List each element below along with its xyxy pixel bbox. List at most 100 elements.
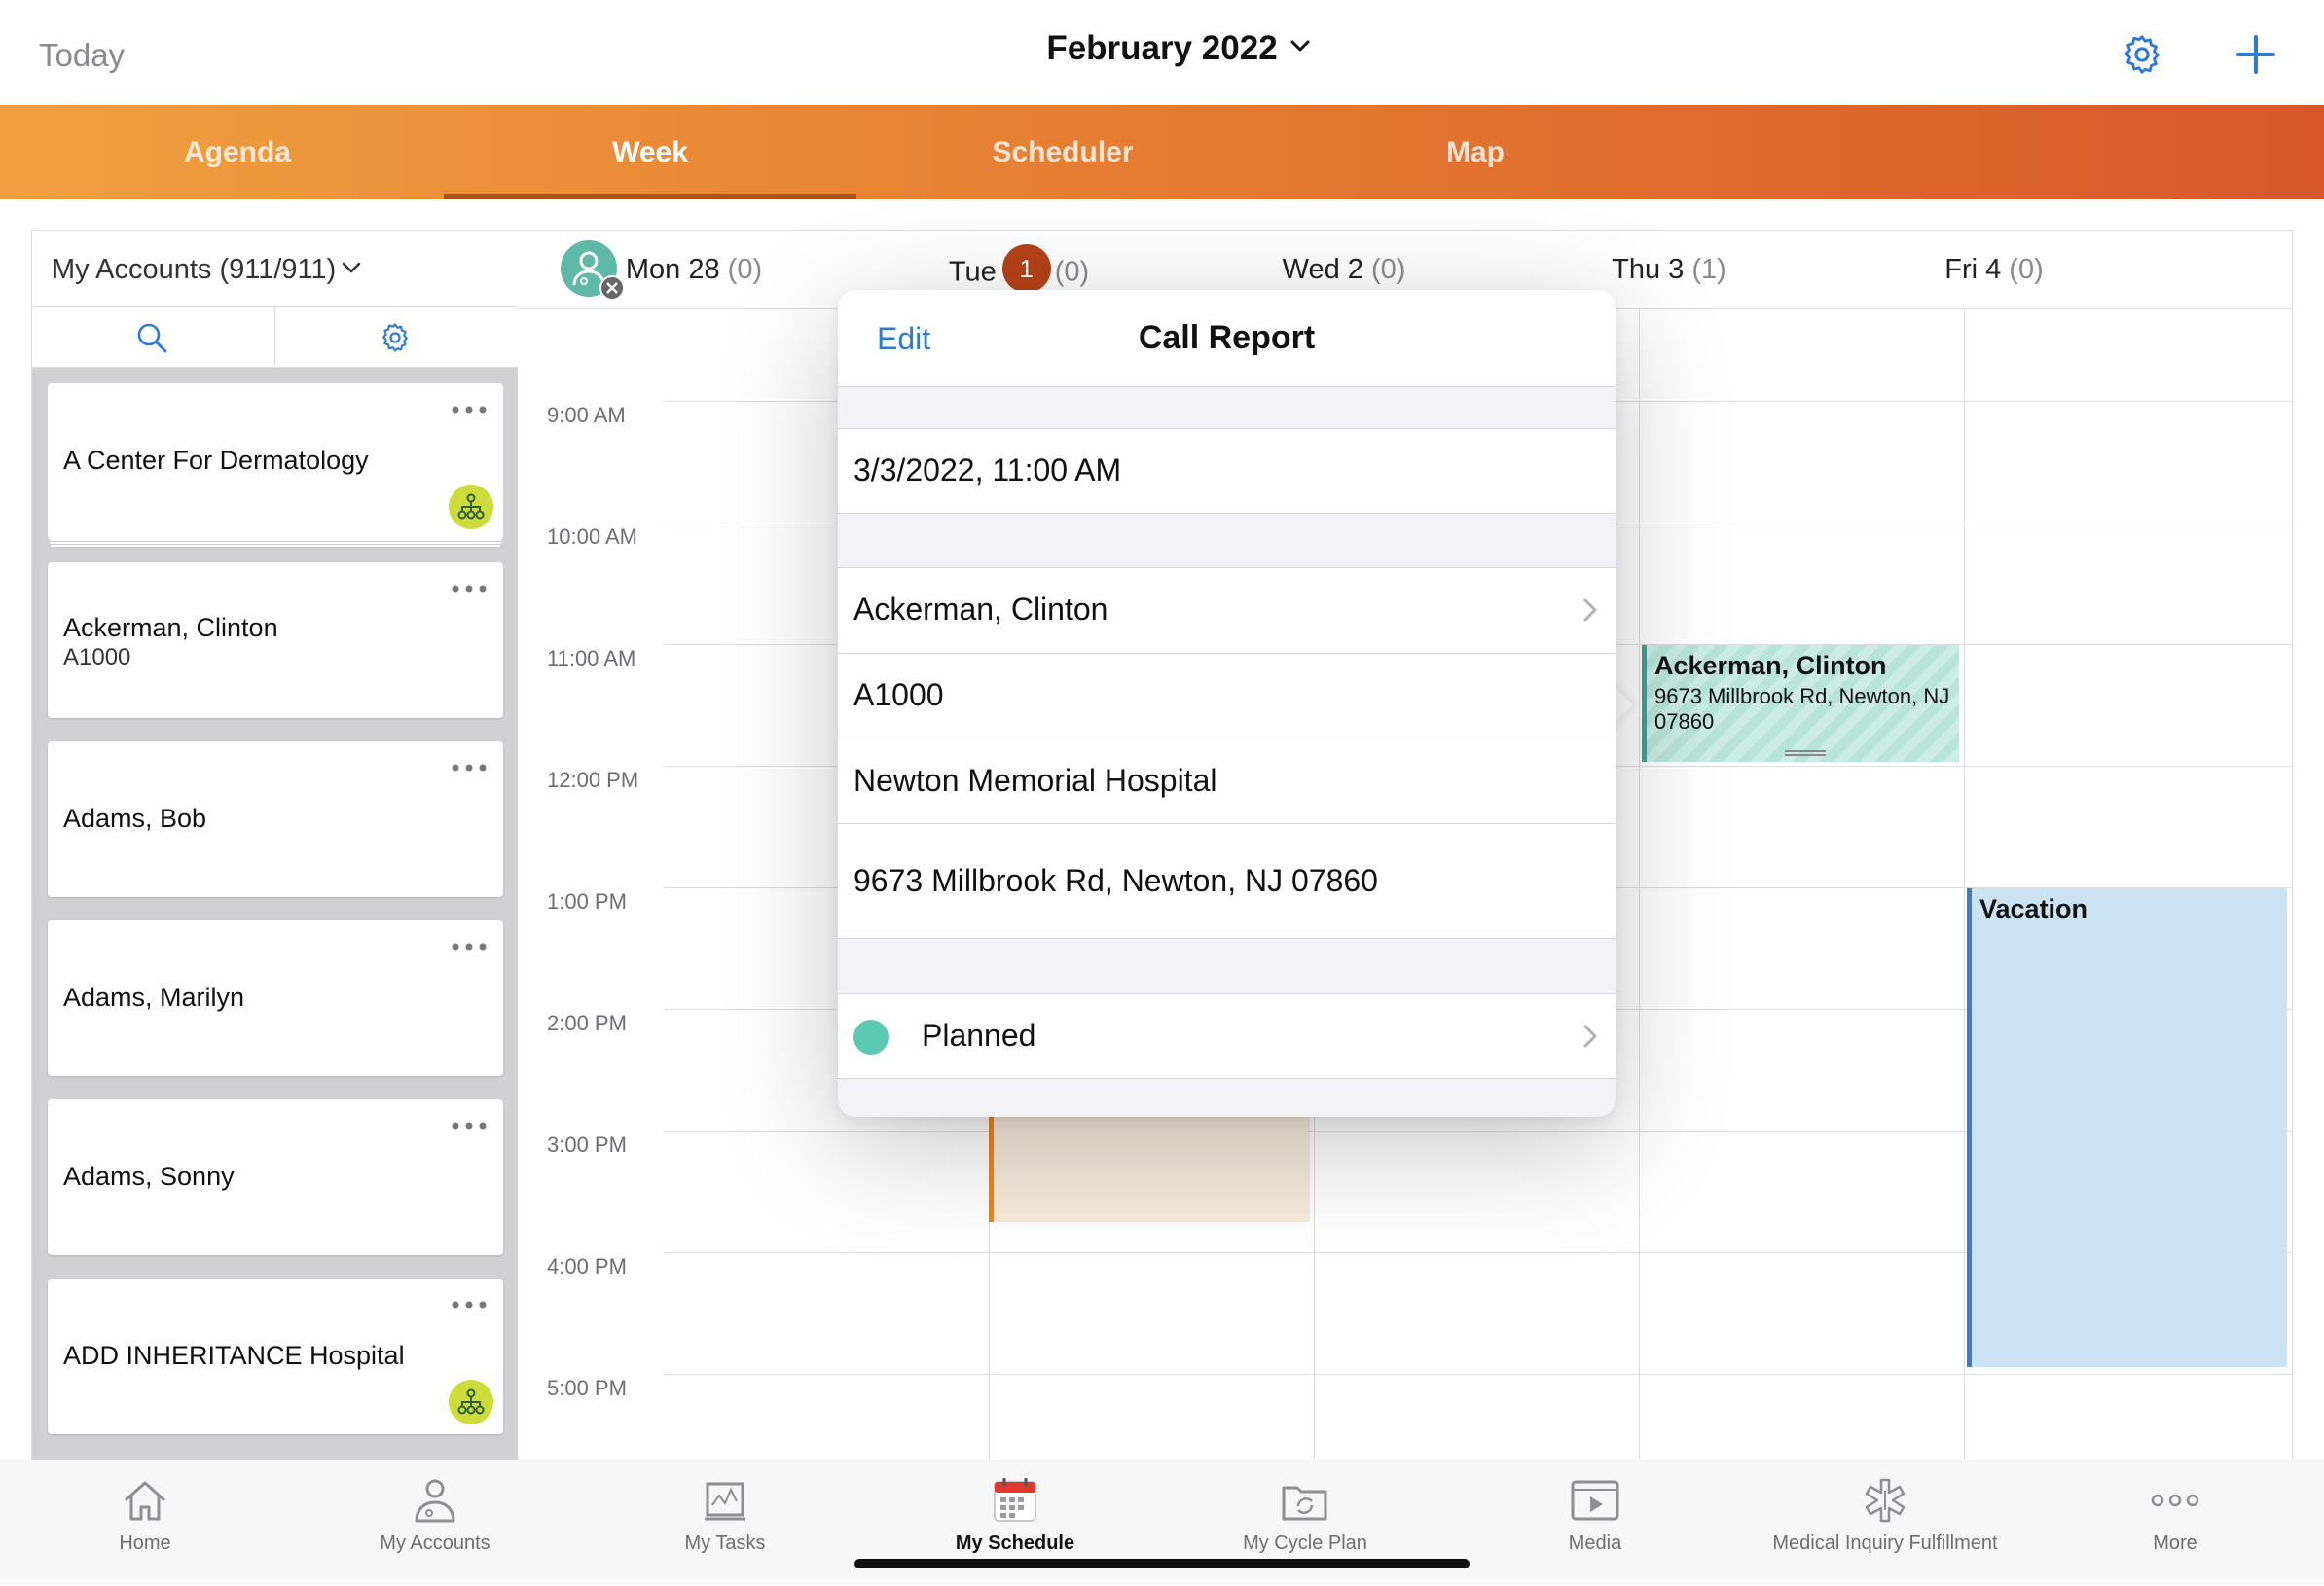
- account-name: ADD INHERITANCE Hospital: [63, 1341, 405, 1370]
- status-row[interactable]: Planned: [838, 993, 1616, 1079]
- today-badge: 1: [1001, 244, 1051, 293]
- day-header-tue[interactable]: Tue 1 (0): [856, 244, 1181, 293]
- event-title: Vacation: [1979, 894, 2088, 923]
- tab-week[interactable]: Week: [444, 105, 856, 199]
- time-label: 9:00 AM: [547, 403, 626, 427]
- account-name: Ackerman, Clinton: [63, 613, 278, 642]
- account-card[interactable]: ADD INHERITANCE Hospital: [48, 1279, 503, 1434]
- tab-scheduler[interactable]: Scheduler: [856, 105, 1269, 199]
- nav-label: More: [2153, 1532, 2197, 1554]
- row-divider: [838, 653, 1616, 654]
- nav-label: Home: [119, 1532, 171, 1554]
- more-icon: [2151, 1494, 2199, 1507]
- hierarchy-icon: [457, 493, 485, 520]
- resize-handle[interactable]: [1785, 750, 1826, 756]
- day-header-mon[interactable]: Mon 28 (0): [531, 254, 856, 286]
- nav-more[interactable]: More: [2030, 1460, 2320, 1586]
- account-row[interactable]: Ackerman, Clinton: [838, 568, 1616, 653]
- month-title[interactable]: February 2022: [0, 29, 2324, 68]
- day-label: Thu 3: [1612, 254, 1685, 285]
- nav-media[interactable]: Media: [1450, 1460, 1740, 1586]
- event-address: 9673 Millbrook Rd, Newton, NJ 07860: [1654, 684, 1950, 734]
- account-card-list[interactable]: A Center For Dermatology Ackerman, Clint…: [32, 368, 519, 1460]
- day-count: (0): [727, 254, 763, 285]
- time-label: 12:00 PM: [547, 768, 639, 792]
- time-label: 3:00 PM: [547, 1133, 627, 1157]
- call-datetime: 3/3/2022, 11:00 AM: [853, 452, 1122, 487]
- day-count: (1): [1691, 254, 1726, 285]
- media-icon: [1571, 1480, 1619, 1521]
- status-label: Planned: [922, 1018, 1036, 1053]
- day-label: Wed 2: [1282, 254, 1363, 285]
- account-card[interactable]: Adams, Sonny: [48, 1099, 503, 1255]
- more-options-icon[interactable]: [451, 584, 488, 594]
- gear-icon[interactable]: [379, 321, 412, 354]
- home-icon: [125, 1481, 165, 1521]
- more-options-icon[interactable]: [451, 1121, 488, 1131]
- account-name: Adams, Bob: [63, 804, 207, 833]
- account-name: Adams, Marilyn: [63, 983, 245, 1012]
- nav-my-accounts[interactable]: My Accounts: [290, 1460, 580, 1586]
- account-card[interactable]: Ackerman, Clinton A1000: [48, 562, 503, 718]
- account-card[interactable]: A Center For Dermatology: [48, 383, 503, 539]
- search-icon[interactable]: [135, 321, 168, 354]
- nav-label: Media: [1568, 1532, 1622, 1554]
- time-label: 1:00 PM: [547, 889, 627, 914]
- day-label: Fri 4: [1944, 254, 2002, 285]
- calendar-event-tue[interactable]: [989, 1109, 1310, 1222]
- toolbar-divider: [274, 307, 275, 368]
- event-title: Ackerman, Clinton: [1654, 651, 1887, 680]
- home-indicator: [854, 1559, 1470, 1568]
- popover-header: Edit Call Report: [838, 290, 1616, 387]
- hierarchy-badge: [449, 485, 493, 529]
- datetime-row: 3/3/2022, 11:00 AM: [838, 428, 1616, 514]
- accounts-icon: [415, 1479, 455, 1523]
- gear-icon[interactable]: [2120, 32, 2164, 77]
- chevron-right-icon: [1583, 1025, 1597, 1048]
- account-name: Ackerman, Clinton: [853, 592, 1108, 627]
- time-label: 10:00 AM: [547, 524, 637, 549]
- location: Newton Memorial Hospital: [853, 763, 1217, 798]
- chevron-down-icon[interactable]: [1289, 39, 1311, 53]
- account-card[interactable]: Adams, Bob: [48, 741, 503, 897]
- day-header-fri[interactable]: Fri 4 (0): [1832, 254, 2157, 286]
- account-name: A Center For Dermatology: [63, 446, 369, 475]
- hierarchy-badge: [449, 1380, 493, 1424]
- calendar-event-call[interactable]: Ackerman, Clinton 9673 Millbrook Rd, New…: [1642, 645, 1959, 762]
- day-header-wed[interactable]: Wed 2 (0): [1181, 254, 1507, 286]
- tab-agenda[interactable]: Agenda: [31, 105, 444, 199]
- calendar-icon: [994, 1478, 1036, 1522]
- more-options-icon[interactable]: [451, 405, 488, 415]
- day-header-thu[interactable]: Thu 3 (1): [1507, 254, 1832, 286]
- time-label: 5:00 PM: [547, 1376, 627, 1400]
- tasks-icon: [705, 1482, 745, 1521]
- tab-map[interactable]: Map: [1269, 105, 1682, 199]
- nav-label: My Schedule: [955, 1532, 1075, 1554]
- more-options-icon[interactable]: [451, 763, 488, 773]
- account-card[interactable]: Adams, Marilyn: [48, 920, 503, 1076]
- calendar-event-vacation[interactable]: Vacation: [1967, 888, 2287, 1367]
- time-label: 4:00 PM: [547, 1254, 627, 1279]
- cycle-plan-icon: [1282, 1486, 1327, 1521]
- nav-label: My Cycle Plan: [1243, 1532, 1367, 1554]
- call-report-popover: Edit Call Report 3/3/2022, 11:00 AM Acke…: [838, 290, 1616, 1117]
- nav-home[interactable]: Home: [0, 1460, 290, 1586]
- account-filter-label: My Accounts (911/911): [52, 254, 337, 285]
- address-row: 9673 Millbrook Rd, Newton, NJ 07860: [838, 824, 1616, 939]
- nav-medical-inquiry[interactable]: Medical Inquiry Fulfillment: [1740, 1460, 2030, 1586]
- more-options-icon[interactable]: [451, 942, 488, 952]
- view-tab-bar: Agenda Week Scheduler Map: [0, 105, 2324, 199]
- time-label: 2:00 PM: [547, 1011, 627, 1035]
- nav-label: Medical Inquiry Fulfillment: [1772, 1532, 1998, 1554]
- day-count: (0): [1054, 256, 1090, 288]
- account-id: A1000: [853, 677, 944, 712]
- more-options-icon[interactable]: [451, 1300, 488, 1310]
- account-filter-select[interactable]: My Accounts (911/911): [32, 230, 519, 307]
- plus-icon[interactable]: [2234, 33, 2277, 76]
- nav-my-tasks[interactable]: My Tasks: [580, 1460, 870, 1586]
- address: 9673 Millbrook Rd, Newton, NJ 07860: [853, 863, 1378, 898]
- popover-title: Call Report: [1138, 319, 1316, 356]
- account-group: Ackerman, Clinton A1000 Newton Memorial …: [838, 567, 1616, 824]
- hierarchy-icon: [457, 1388, 485, 1415]
- day-count: (0): [2009, 254, 2044, 285]
